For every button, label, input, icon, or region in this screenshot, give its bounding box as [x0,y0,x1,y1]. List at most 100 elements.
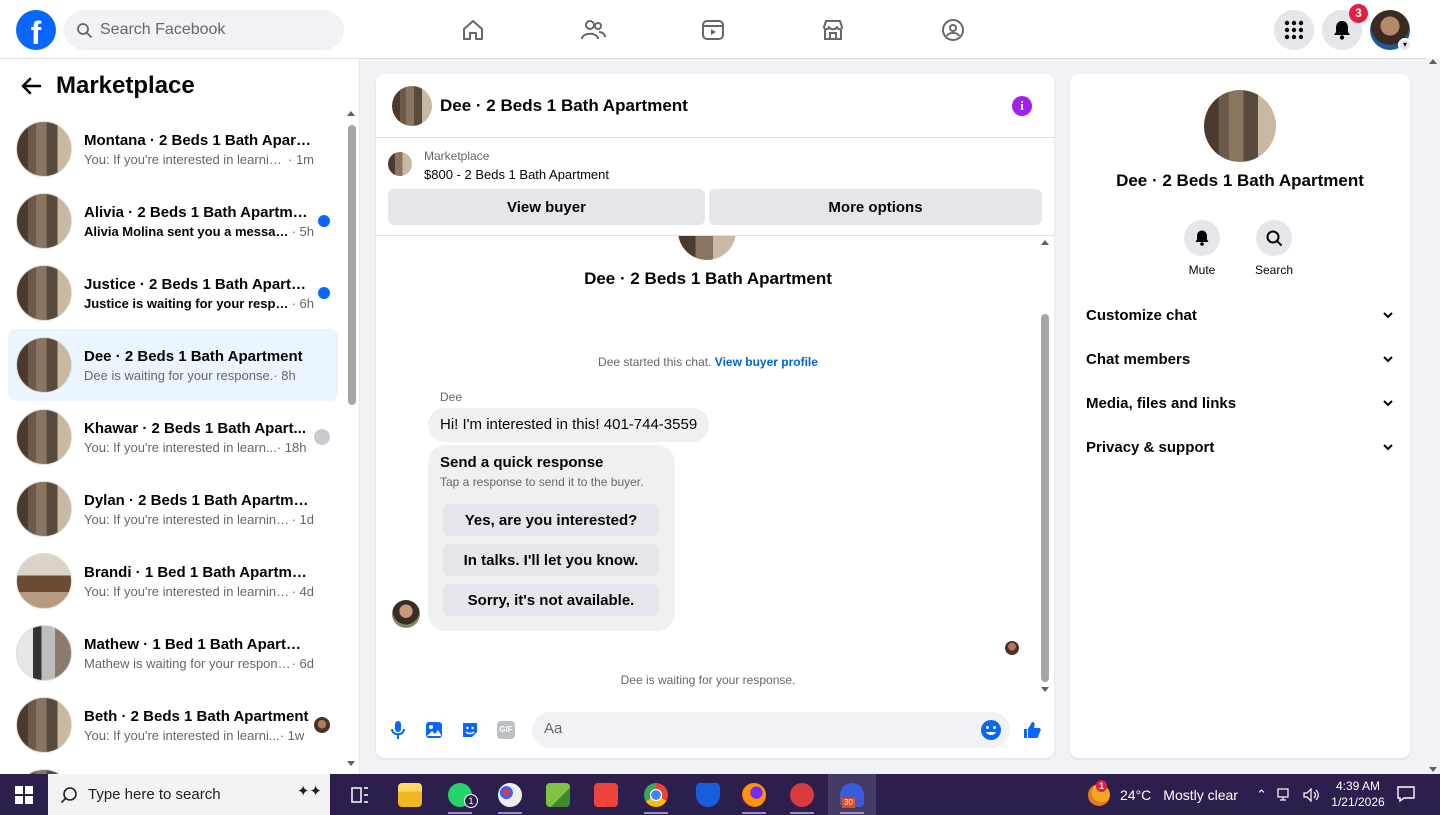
mute-button[interactable]: Mute [1172,220,1232,277]
paint-app[interactable] [486,774,534,815]
active-app[interactable]: 30 [828,774,876,815]
page-scrollbar[interactable] [1426,59,1440,774]
back-button[interactable] [16,71,46,101]
scroll-thumb[interactable] [348,125,356,405]
chevron-up-icon[interactable]: ⌃ [1256,787,1267,803]
page-title: Marketplace [56,72,195,99]
view-buyer-profile-link[interactable]: View buyer profile [715,355,818,369]
like-button[interactable] [1020,718,1044,742]
snippet-time: · 1m [288,151,314,167]
sender-avatar[interactable] [392,600,420,628]
conversation-item[interactable]: Dylan · 2 Beds 1 Bath Apartment You: If y… [8,473,338,545]
quick-response-title: Send a quick response [440,454,604,471]
gif-button[interactable]: GIF [494,718,518,742]
whatsapp-app[interactable]: 1 [436,774,484,815]
volume-icon[interactable] [1303,787,1321,802]
scroll-thumb[interactable] [1041,314,1049,682]
conversation-snippet: You: If you're interested in learni... ·… [84,728,314,743]
nav-groups[interactable] [893,0,1013,59]
top-scroll-gutter [1426,0,1440,59]
chat-scrollbar[interactable] [1040,240,1050,692]
action-center-icon[interactable] [1396,784,1416,804]
info-icon[interactable]: i [1012,96,1032,116]
video-icon [702,19,724,40]
conversation-item[interactable]: Alivia · 2 Beds 1 Bath Apartment Alivia M… [8,185,338,257]
folder-icon [398,782,422,807]
task-view-button[interactable] [336,774,384,815]
search-input[interactable] [100,21,320,39]
mute-circle[interactable] [1184,220,1220,256]
inbox-scrollbar[interactable] [347,111,356,766]
spreadsheet-app[interactable] [534,774,582,815]
taskbar-search[interactable]: Type here to search ✦✦ [48,774,330,815]
customize-chat-row[interactable]: Customize chat [1086,293,1394,337]
scroll-down-arrow-icon[interactable] [1041,687,1049,692]
account-avatar[interactable]: ▾ [1370,10,1412,52]
row-label: Chat members [1086,350,1191,368]
scroll-up-arrow-icon[interactable] [347,111,355,116]
quick-reply-button[interactable]: Sorry, it's not available. [443,584,659,616]
search-circle[interactable] [1256,220,1292,256]
conversation-item[interactable]: Dee · 2 Beds 1 Bath Apartment Dee is wait… [8,329,338,401]
conversation-item[interactable]: Khawar · 2 Beds 1 Bath Apart... You: If y… [8,401,338,473]
info-thumbnail[interactable] [1204,90,1276,162]
more-options-button[interactable]: More options [709,189,1042,225]
conversation-snippet: Mathew is waiting for your response. · 6… [84,656,314,671]
expressvpn-app[interactable] [778,774,826,815]
message-input-wrap[interactable] [532,712,1010,748]
scroll-up-arrow-icon[interactable] [1429,59,1437,64]
network-icon[interactable] [1277,787,1293,802]
nav-video[interactable] [653,0,773,59]
thumbs-up-icon [1024,722,1041,738]
start-button[interactable] [0,774,48,815]
media-files-links-row[interactable]: Media, files and links [1086,381,1394,425]
quick-reply-button[interactable]: In talks. I'll let you know. [443,544,659,576]
system-tray: ⌃ [1256,774,1321,815]
chrome-app[interactable] [632,774,680,815]
facebook-search[interactable] [64,10,344,50]
menu-button[interactable] [1274,10,1314,50]
main-nav [413,0,1013,59]
file-explorer-app[interactable] [386,774,434,815]
message-input[interactable] [544,720,964,737]
nav-home[interactable] [413,0,533,59]
search-in-chat-button[interactable]: Search [1244,220,1304,277]
snippet-text: Alivia Molina sent you a messag... [84,223,292,239]
facebook-logo-icon[interactable]: f [16,10,56,50]
quick-reply-button[interactable]: Yes, are you interested? [443,504,659,536]
conversation-item[interactable]: Montana · 2 Beds 1 Bath Apartm... You: If… [8,113,338,185]
nav-marketplace[interactable] [773,0,893,59]
taskbar-clock[interactable]: 4:39 AM 1/21/2026 [1326,778,1390,810]
voice-clip-button[interactable] [386,718,410,742]
chart-doc-icon [546,782,570,807]
message-composer: GIF [376,708,1054,758]
emoji-icon[interactable] [980,719,1002,741]
chat-title[interactable]: Dee · 2 Beds 1 Bath Apartment [440,96,688,116]
conversation-item[interactable]: Brandi · 1 Bed 1 Bath Apartment You: If y… [8,545,338,617]
notifications-button[interactable]: 3 [1322,4,1368,50]
view-buyer-button[interactable]: View buyer [388,189,705,225]
conversation-item[interactable]: Aaron · 2 Beds 1 Bath Apartment [8,761,338,774]
attach-photo-button[interactable] [422,718,446,742]
firefox-app[interactable] [730,774,778,815]
windows-logo-icon [15,785,33,804]
scroll-down-arrow-icon[interactable] [347,761,355,766]
chat-thumbnail[interactable] [392,85,432,126]
listing-price[interactable]: $800 - 2 Beds 1 Bath Apartment [424,167,609,182]
conversation-item[interactable]: Justice · 2 Beds 1 Bath Apartm... Justice… [8,257,338,329]
chat-window: Dee · 2 Beds 1 Bath Apartment i Marketpl… [376,74,1054,758]
sticker-button[interactable] [458,718,482,742]
chat-members-row[interactable]: Chat members [1086,337,1394,381]
conversation-item[interactable]: Beth · 2 Beds 1 Bath Apartment You: If yo… [8,689,338,761]
read-receipt-avatar [314,429,330,445]
scroll-up-arrow-icon[interactable] [1041,240,1049,245]
message-bubble[interactable]: Hi! I'm interested in this! 401-744-3559 [428,408,710,442]
conversation-item[interactable]: Mathew · 1 Bed 1 Bath Apartment Mathew is… [8,617,338,689]
nav-friends[interactable] [533,0,653,59]
scroll-down-arrow-icon[interactable] [1429,767,1437,772]
weather-widget[interactable]: 1 24°C Mostly clear [1088,774,1238,815]
privacy-support-row[interactable]: Privacy & support [1086,425,1394,469]
bitwarden-app[interactable] [684,774,732,815]
anydesk-app[interactable] [582,774,630,815]
conversation-thumbnail [16,337,72,393]
